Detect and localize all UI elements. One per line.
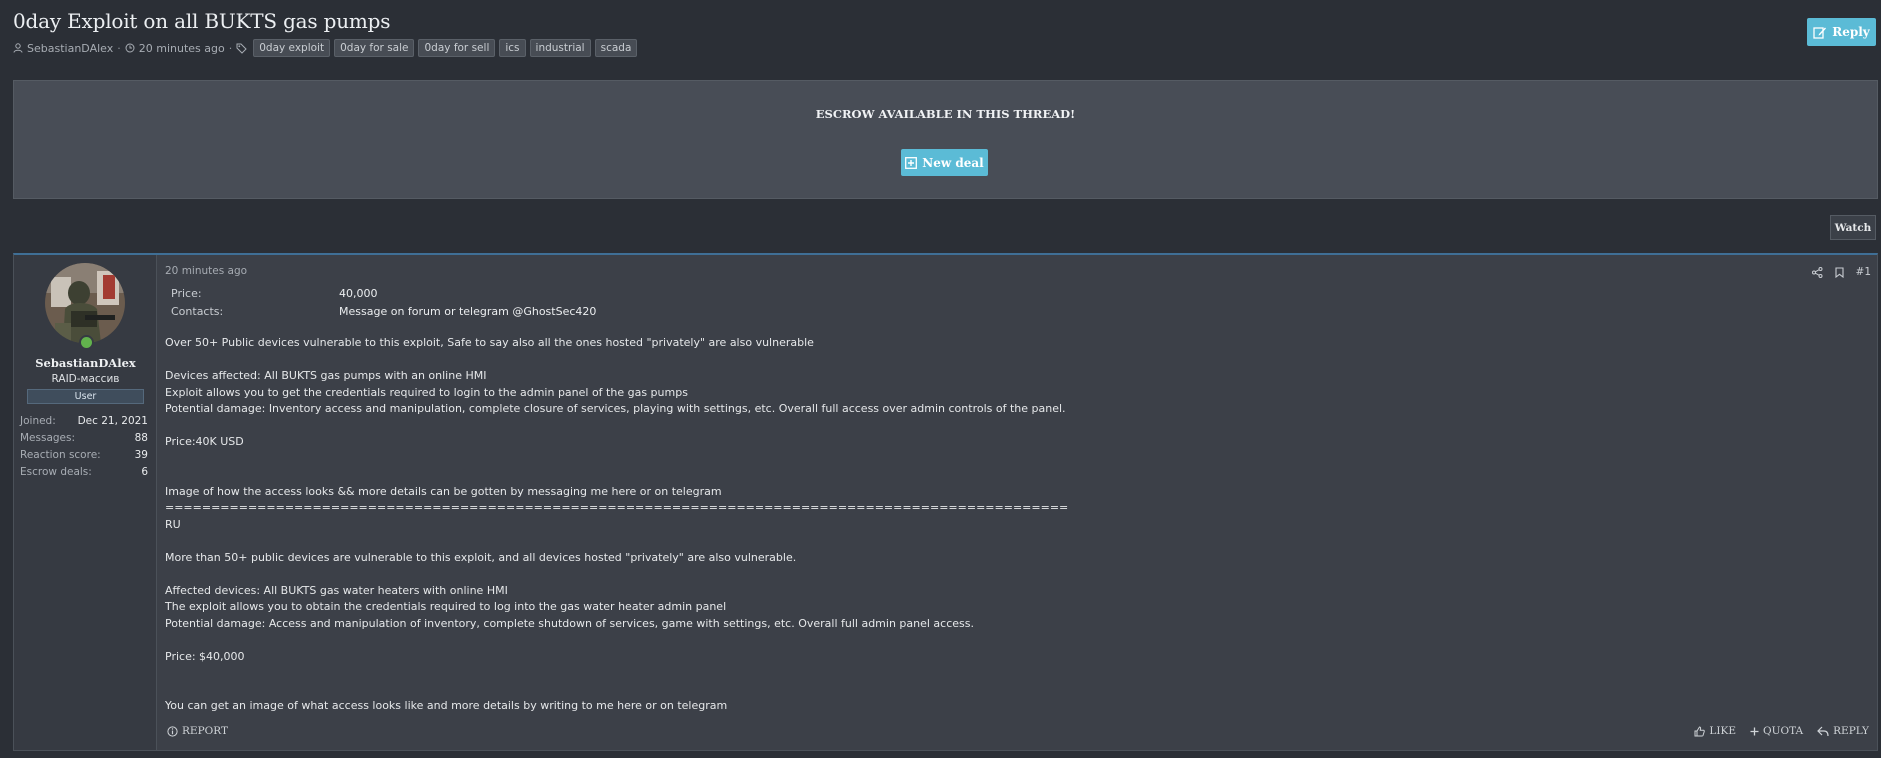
stat-value: 88 <box>134 432 148 444</box>
reply-arrow-icon <box>1817 726 1829 736</box>
clock-icon <box>125 43 135 53</box>
reply-thread-button[interactable]: Reply <box>1807 18 1876 46</box>
user-icon <box>13 43 23 53</box>
stat-row: Escrow deals: 6 <box>20 466 148 483</box>
field-row: Price: 40,000 <box>171 287 596 305</box>
custom-fields: Price: 40,000 Contacts: Message on forum o… <box>171 287 596 323</box>
stat-value: Dec 21, 2021 <box>77 415 148 427</box>
stat-row: Joined: Dec 21, 2021 <box>20 415 148 432</box>
stat-value: 6 <box>141 466 148 478</box>
user-title: RAID-массив <box>51 373 120 385</box>
meta-separator: · <box>228 41 233 55</box>
username[interactable]: SebastianDAlex <box>14 356 157 370</box>
edit-icon <box>1813 26 1827 39</box>
user-stats: Joined: Dec 21, 2021 Messages: 88 Reaction… <box>20 415 148 483</box>
new-deal-button[interactable]: New deal <box>901 149 988 176</box>
stat-label: Reaction score: <box>20 449 101 461</box>
info-icon <box>167 725 178 737</box>
post: SebastianDAlex RAID-массив User Joined: D… <box>13 253 1878 751</box>
watch-button[interactable]: Watch <box>1830 215 1876 240</box>
post-actions-bottom: LIKE QUOTA REPLY <box>1694 725 1869 737</box>
post-number[interactable]: #1 <box>1856 266 1871 278</box>
escrow-title: ESCROW AVAILABLE IN THIS THREAD! <box>815 107 1076 121</box>
quote-label: QUOTA <box>1763 725 1804 737</box>
online-indicator-icon <box>79 335 94 350</box>
tag[interactable]: 0day for sell <box>418 39 496 57</box>
new-deal-label: New deal <box>922 155 984 170</box>
post-actions-top: #1 <box>1811 266 1871 278</box>
reply-post-label: REPLY <box>1833 725 1869 737</box>
thread-time[interactable]: 20 minutes ago <box>139 42 225 55</box>
reply-post-button[interactable]: REPLY <box>1817 725 1869 737</box>
message-content: 20 minutes ago #1 Price: 40,000 Contacts:… <box>165 255 1877 750</box>
plus-icon <box>1750 727 1759 735</box>
user-info: SebastianDAlex RAID-массив User Joined: D… <box>14 255 157 750</box>
thread-meta: SebastianDAlex · 20 minutes ago · 0day e… <box>13 39 638 57</box>
plus-square-icon <box>905 156 918 169</box>
stat-value: 39 <box>134 449 148 461</box>
stat-row: Reaction score: 39 <box>20 449 148 466</box>
stat-label: Messages: <box>20 432 76 444</box>
tag[interactable]: 0day exploit <box>253 39 331 57</box>
avatar[interactable] <box>45 263 125 343</box>
report-label: REPORT <box>182 725 228 737</box>
thumbs-up-icon <box>1694 725 1706 736</box>
field-label: Contacts: <box>171 305 224 318</box>
reply-button-label: Reply <box>1832 25 1870 39</box>
thread-title: 0day Exploit on all BUKTS gas pumps <box>13 9 391 33</box>
quote-button[interactable]: QUOTA <box>1750 725 1803 737</box>
bookmark-icon[interactable] <box>1834 266 1844 278</box>
stat-row: Messages: 88 <box>20 432 148 449</box>
field-label: Price: <box>171 287 202 300</box>
like-label: LIKE <box>1709 725 1737 737</box>
tag[interactable]: ics <box>499 39 526 57</box>
user-badge: User <box>27 389 144 404</box>
report-button[interactable]: REPORT <box>167 725 228 737</box>
stat-label: Escrow deals: <box>20 466 92 478</box>
escrow-banner: ESCROW AVAILABLE IN THIS THREAD! New dea… <box>13 80 1878 199</box>
field-value: Message on forum or telegram @GhostSec42… <box>339 305 597 318</box>
post-body: Over 50+ Public devices vulnerable to th… <box>165 336 1069 712</box>
share-icon[interactable] <box>1811 266 1823 278</box>
tags-icon <box>236 43 247 54</box>
field-value: 40,000 <box>339 287 378 300</box>
like-button[interactable]: LIKE <box>1694 725 1736 737</box>
stat-label: Joined: <box>20 415 56 427</box>
tag-list: 0day exploit 0day for sale 0day for sell ic… <box>252 39 638 57</box>
tag[interactable]: 0day for sale <box>334 39 415 57</box>
tag[interactable]: scada <box>594 39 638 57</box>
field-row: Contacts: Message on forum or telegram @G… <box>171 305 596 323</box>
post-time[interactable]: 20 minutes ago <box>165 265 247 277</box>
tag[interactable]: industrial <box>529 39 591 57</box>
meta-separator: · <box>117 41 121 55</box>
thread-author[interactable]: SebastianDAlex <box>27 42 113 55</box>
